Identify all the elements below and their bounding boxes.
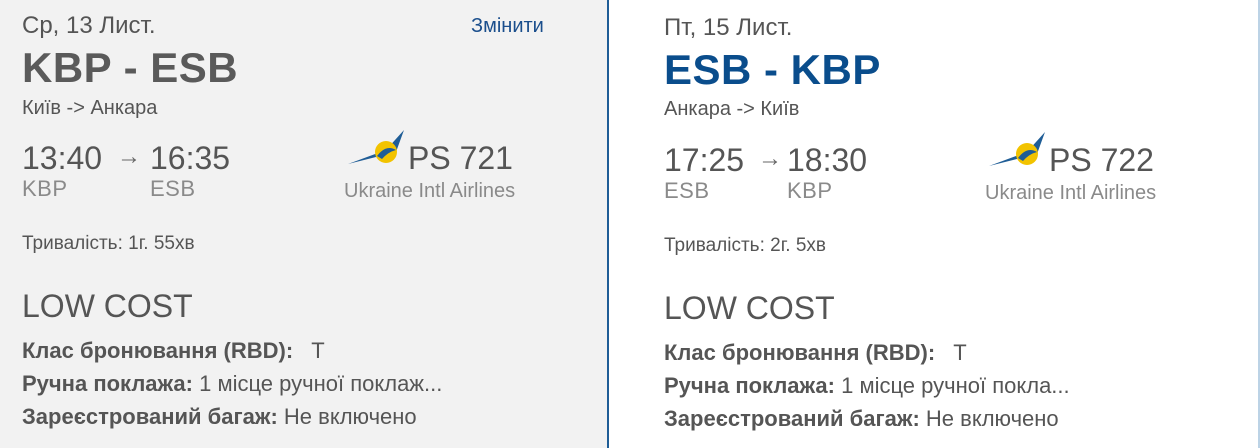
outbound-depart-code: KBP <box>22 176 68 201</box>
inbound-hand-luggage-row: Ручна поклажа: 1 місце ручної покла... <box>664 373 1070 399</box>
rbd-value: Т <box>311 338 325 363</box>
outbound-hand-luggage-row: Ручна поклажа: 1 місце ручної поклаж... <box>22 371 442 397</box>
inbound-cities: Анкара -> Київ <box>664 98 800 120</box>
outbound-depart-time: 13:40 <box>22 140 103 176</box>
outbound-arrive-time: 16:35 <box>150 140 231 176</box>
outbound-date: Ср, 13 Лист. <box>22 12 156 39</box>
airline-logo-icon <box>346 128 408 173</box>
inbound-arrive-code: KBP <box>787 178 833 203</box>
arrow-right-icon: → <box>758 145 782 172</box>
outbound-flight-number: PS 721 <box>408 140 513 176</box>
inbound-date: Пт, 15 Лист. <box>664 14 793 41</box>
rbd-label: Клас бронювання (RBD): <box>22 338 294 363</box>
checked-baggage-label: Зареєстрований багаж: <box>664 406 920 431</box>
outbound-flight-card: Ср, 13 Лист. Змінити KBP - ESB Київ -> А… <box>0 0 607 448</box>
inbound-depart-time: 17:25 <box>664 142 745 178</box>
inbound-rbd-row: Клас бронювання (RBD): Т <box>664 340 967 366</box>
inbound-duration: Тривалість: 2г. 5хв <box>664 235 827 256</box>
inbound-depart-code: ESB <box>664 178 710 203</box>
rbd-label: Клас бронювання (RBD): <box>664 340 936 365</box>
inbound-airline: Ukraine Intl Airlines <box>985 182 1157 204</box>
outbound-airline: Ukraine Intl Airlines <box>344 180 516 202</box>
inbound-route: ESB - KBP <box>664 46 881 93</box>
hand-luggage-label: Ручна поклажа: <box>22 371 193 396</box>
inbound-arrive-time: 18:30 <box>787 142 868 178</box>
outbound-cities: Київ -> Анкара <box>22 97 158 119</box>
inbound-checked-baggage-row: Зареєстрований багаж: Не включено <box>664 406 1059 432</box>
checked-baggage-label: Зареєстрований багаж: <box>22 404 278 429</box>
outbound-rbd-row: Клас бронювання (RBD): Т <box>22 338 325 364</box>
checked-baggage-value: Не включено <box>283 404 417 429</box>
rbd-value: Т <box>953 340 967 365</box>
airline-logo-icon <box>987 130 1049 175</box>
outbound-route: KBP - ESB <box>22 44 239 91</box>
outbound-fare-name: LOW COST <box>22 288 193 324</box>
hand-luggage-value: 1 місце ручної поклаж... <box>199 371 443 396</box>
arrow-right-icon: → <box>117 143 141 170</box>
hand-luggage-label: Ручна поклажа: <box>664 373 835 398</box>
inbound-flight-number: PS 722 <box>1049 142 1154 178</box>
inbound-fare-name: LOW COST <box>664 290 835 326</box>
outbound-duration: Тривалість: 1г. 55хв <box>22 233 195 254</box>
hand-luggage-value: 1 місце ручної покла... <box>841 373 1070 398</box>
change-link[interactable]: Змінити <box>471 15 544 38</box>
outbound-arrive-code: ESB <box>150 176 196 201</box>
checked-baggage-value: Не включено <box>925 406 1059 431</box>
outbound-checked-baggage-row: Зареєстрований багаж: Не включено <box>22 404 417 430</box>
inbound-flight-card: Пт, 15 Лист. ESB - KBP Анкара -> Київ 17… <box>607 0 1260 448</box>
